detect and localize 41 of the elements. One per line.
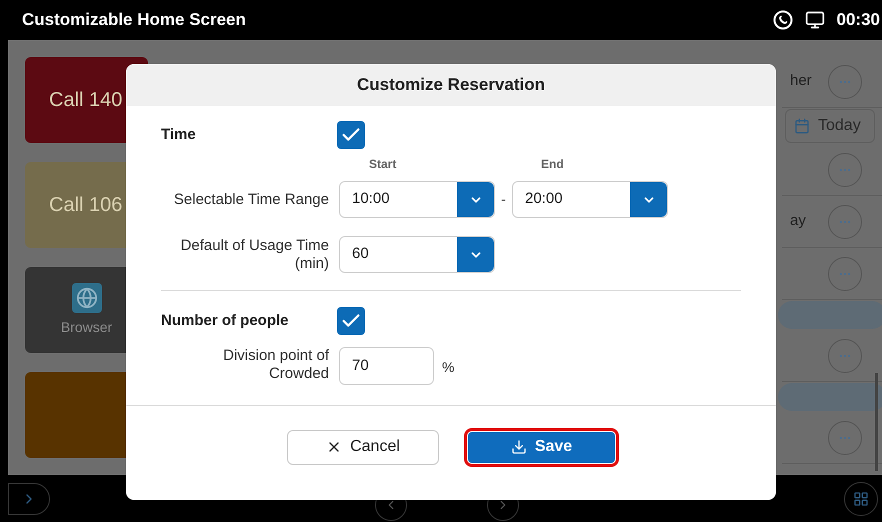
download-icon xyxy=(510,439,527,455)
more-button[interactable] xyxy=(828,338,862,372)
more-button[interactable] xyxy=(828,420,862,454)
number-field[interactable]: 70 xyxy=(339,347,434,385)
field-label: Selectable Time Range xyxy=(174,190,329,208)
start-caption: Start xyxy=(369,156,398,173)
dialog-title: Customize Reservation xyxy=(357,74,545,96)
clock-time: 00:30 xyxy=(836,9,880,32)
section-label: Time xyxy=(161,124,197,145)
dropdown-button[interactable] xyxy=(630,182,667,217)
end-time-select[interactable]: 20:00 xyxy=(512,181,668,218)
phone-icon xyxy=(772,10,793,30)
dropdown-button[interactable] xyxy=(457,237,494,272)
section-label: Number of people xyxy=(161,310,290,331)
checkbox[interactable] xyxy=(337,121,365,149)
tile-label: Call 106 xyxy=(48,193,122,218)
usage-time-select[interactable]: 60 xyxy=(339,236,495,273)
more-button[interactable] xyxy=(828,204,862,238)
calendar-icon xyxy=(794,118,810,134)
checkbox[interactable] xyxy=(337,307,365,335)
dropdown-button[interactable] xyxy=(457,182,494,217)
start-time-select[interactable]: 10:00 xyxy=(339,181,495,218)
grid-button[interactable] xyxy=(844,482,878,516)
end-caption: End xyxy=(541,156,564,173)
cancel-button[interactable]: Cancel xyxy=(287,430,439,464)
row-label: ay xyxy=(790,211,806,232)
save-button[interactable]: Save xyxy=(468,432,615,462)
range-separator: - xyxy=(500,190,507,209)
more-button[interactable] xyxy=(828,152,862,186)
field-label: Default of Usage Time (min) xyxy=(180,236,329,272)
tile-label: Call 140 xyxy=(48,88,122,113)
window-title: Customizable Home Screen xyxy=(22,9,246,32)
more-button[interactable] xyxy=(828,256,862,290)
monitor-icon xyxy=(804,10,825,30)
unit-label: % xyxy=(442,358,454,377)
more-button[interactable] xyxy=(828,64,862,98)
row-label: her xyxy=(790,71,812,92)
expand-button[interactable] xyxy=(8,482,50,514)
grid-icon xyxy=(853,490,869,506)
field-label: Division point of Crowded xyxy=(222,347,329,383)
tile-label: Browser xyxy=(60,318,112,336)
